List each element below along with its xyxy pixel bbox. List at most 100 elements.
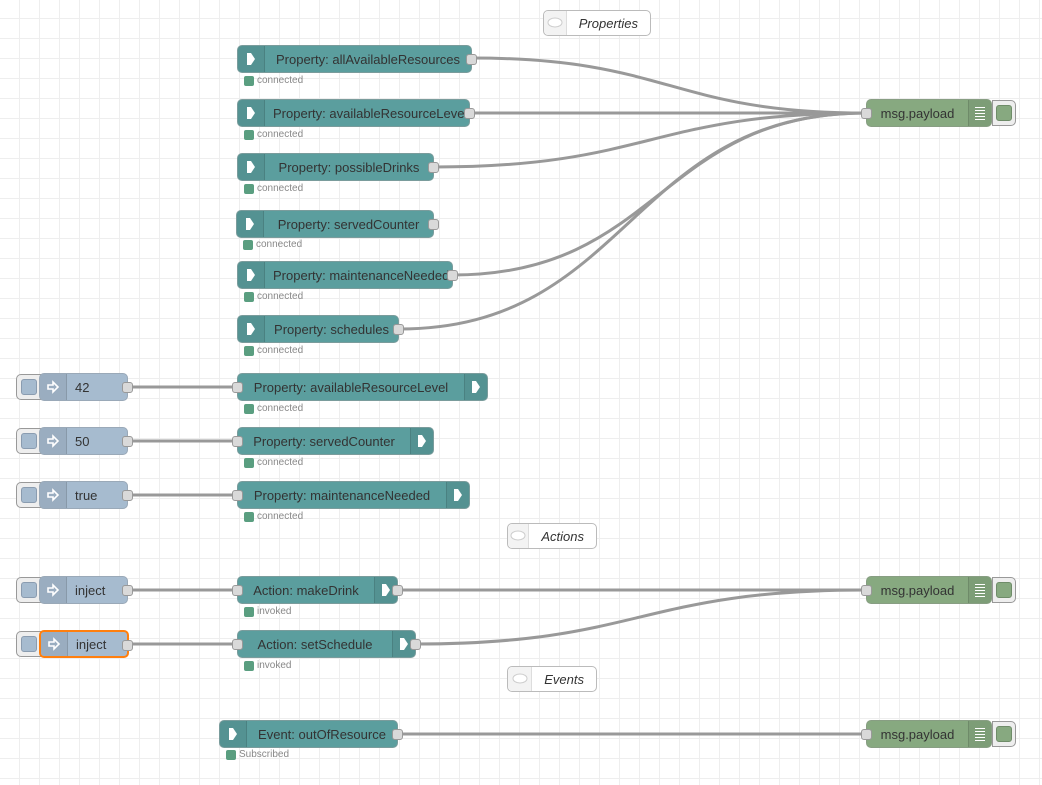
property-read-node[interactable]: Property: availableResourceLevel [237, 99, 475, 127]
action-node[interactable]: Action: setSchedule [232, 630, 421, 658]
node-status: connected [243, 239, 302, 250]
node-status: connected [244, 291, 303, 302]
output-port[interactable] [122, 382, 133, 393]
wire [452, 111, 867, 277]
output-port[interactable] [122, 585, 133, 596]
inject-node-selected[interactable]: inject [39, 630, 133, 658]
arrow-icon [446, 482, 469, 508]
inject-arrow-icon [40, 577, 67, 603]
debug-node[interactable]: msg.payload [861, 99, 992, 127]
output-port[interactable] [410, 639, 421, 650]
status-dot-icon [243, 239, 253, 250]
inject-arrow-icon [40, 374, 67, 400]
property-read-node[interactable]: Property: schedules [237, 315, 404, 343]
wire [471, 56, 867, 115]
property-write-node[interactable]: Property: servedCounter [232, 427, 434, 455]
output-port[interactable] [392, 585, 403, 596]
arrow-icon [237, 211, 264, 237]
inject-node[interactable]: 42 [39, 373, 133, 401]
output-port[interactable] [393, 324, 404, 335]
arrow-icon [464, 374, 487, 400]
output-port[interactable] [428, 219, 439, 230]
speech-bubble-icon [544, 11, 567, 35]
event-node[interactable]: Event: outOfResource [219, 720, 403, 748]
comment-label: Actions [541, 528, 584, 544]
output-port[interactable] [392, 729, 403, 740]
wire [398, 111, 867, 331]
status-dot-icon [244, 660, 254, 671]
property-read-node[interactable]: Property: allAvailableResources [237, 45, 477, 73]
input-port[interactable] [861, 729, 872, 740]
node-status: invoked [244, 606, 291, 617]
arrow-icon [238, 316, 265, 342]
comment-properties[interactable]: Properties [543, 10, 651, 36]
status-dot-icon [244, 291, 254, 302]
property-read-node[interactable]: Property: possibleDrinks [237, 153, 439, 181]
output-port[interactable] [428, 162, 439, 173]
output-port[interactable] [466, 54, 477, 65]
output-port[interactable] [447, 270, 458, 281]
status-dot-icon [244, 129, 254, 140]
input-port[interactable] [232, 382, 243, 393]
input-port[interactable] [232, 490, 243, 501]
debug-node[interactable]: msg.payload [861, 720, 992, 748]
arrow-icon [410, 428, 433, 454]
status-dot-icon [244, 606, 254, 617]
inject-node[interactable]: true [39, 481, 133, 509]
input-port[interactable] [861, 585, 872, 596]
inject-arrow-icon [41, 632, 68, 656]
node-status: connected [244, 457, 303, 468]
comment-actions[interactable]: Actions [507, 523, 597, 549]
node-status: connected [244, 345, 303, 356]
arrow-icon [220, 721, 247, 747]
output-port[interactable] [122, 490, 133, 501]
output-port[interactable] [122, 640, 133, 651]
arrow-icon [238, 154, 265, 180]
status-dot-icon [226, 749, 236, 760]
node-status: Subscribed [226, 749, 289, 760]
input-port[interactable] [861, 108, 872, 119]
status-dot-icon [244, 511, 254, 522]
status-dot-icon [244, 183, 254, 194]
speech-bubble-icon [508, 667, 533, 691]
debug-toggle-button[interactable] [992, 100, 1016, 126]
comment-label: Properties [578, 15, 638, 31]
node-status: connected [244, 511, 303, 522]
wire [415, 588, 867, 646]
property-read-node[interactable]: Property: servedCounter [236, 210, 439, 238]
status-dot-icon [244, 403, 254, 414]
property-write-node[interactable]: Property: availableResourceLevel [232, 373, 488, 401]
node-status: connected [244, 75, 303, 86]
arrow-icon [238, 46, 265, 72]
node-status: invoked [244, 660, 291, 671]
input-port[interactable] [232, 585, 243, 596]
node-status: connected [244, 129, 303, 140]
comment-label: Events [544, 671, 584, 687]
output-port[interactable] [464, 108, 475, 119]
debug-node[interactable]: msg.payload [861, 576, 992, 604]
arrow-icon [238, 100, 265, 126]
debug-toggle-button[interactable] [992, 721, 1016, 747]
inject-arrow-icon [40, 428, 67, 454]
input-port[interactable] [232, 639, 243, 650]
comment-events[interactable]: Events [507, 666, 597, 692]
list-icon [968, 577, 991, 603]
status-dot-icon [244, 457, 254, 468]
node-status: connected [244, 183, 303, 194]
list-icon [968, 721, 991, 747]
input-port[interactable] [232, 436, 243, 447]
inject-node[interactable]: 50 [39, 427, 133, 455]
output-port[interactable] [122, 436, 133, 447]
wire [433, 111, 867, 169]
inject-arrow-icon [40, 482, 67, 508]
arrow-icon [238, 262, 265, 288]
action-node[interactable]: Action: makeDrink [232, 576, 403, 604]
status-dot-icon [244, 345, 254, 356]
status-dot-icon [244, 75, 254, 86]
property-write-node[interactable]: Property: maintenanceNeeded [232, 481, 470, 509]
debug-toggle-button[interactable] [992, 577, 1016, 603]
list-icon [968, 100, 991, 126]
property-read-node[interactable]: Property: maintenanceNeeded [237, 261, 458, 289]
speech-bubble-icon [508, 524, 530, 548]
inject-node[interactable]: inject [39, 576, 133, 604]
